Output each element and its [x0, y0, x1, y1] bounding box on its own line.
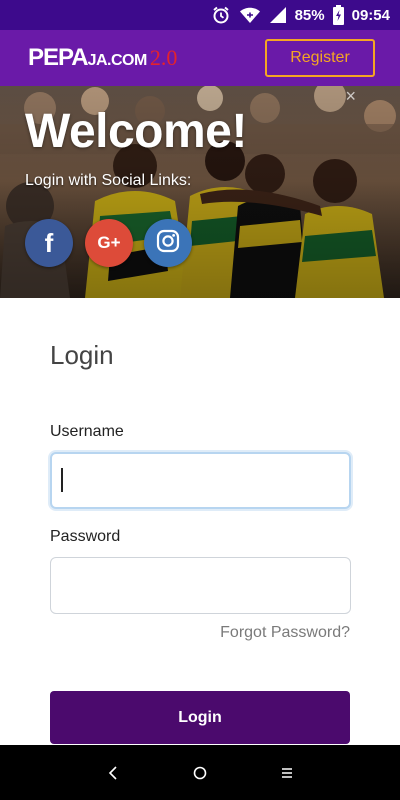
welcome-title: Welcome! [25, 105, 247, 158]
screen: 85% 09:54 PEPA JA.COM 2.0 Register × Wel… [0, 0, 400, 800]
site-logo[interactable]: PEPA JA.COM 2.0 [28, 44, 177, 72]
login-button[interactable]: Login [50, 691, 350, 744]
battery-percent: 85% [294, 6, 325, 24]
login-heading: Login [50, 340, 114, 370]
menu-icon [281, 767, 292, 778]
hero-banner: × Welcome! Login with Social Links: f G+ [0, 86, 400, 298]
clock: 09:54 [351, 6, 390, 24]
username-input[interactable] [50, 452, 351, 509]
password-label: Password [50, 528, 121, 545]
alarm-icon [211, 5, 231, 25]
social-login-label: Login with Social Links: [25, 172, 192, 189]
home-button[interactable] [180, 753, 220, 793]
menu-button[interactable] [267, 753, 307, 793]
facebook-login-button[interactable]: f [25, 219, 73, 267]
register-button[interactable]: Register [265, 39, 375, 77]
logo-text-domain: JA.COM [87, 52, 148, 69]
username-label: Username [50, 423, 124, 440]
navigation-bar [0, 745, 400, 800]
battery-charging-icon [332, 5, 344, 25]
back-button[interactable] [93, 753, 133, 793]
google-plus-login-button[interactable]: G+ [85, 219, 133, 267]
status-bar: 85% 09:54 [0, 0, 400, 30]
logo-text-main: PEPA [28, 44, 89, 71]
signal-icon [269, 6, 287, 24]
facebook-icon: f [44, 227, 54, 258]
app-header: PEPA JA.COM 2.0 Register [0, 30, 400, 86]
back-icon [109, 765, 117, 780]
password-input[interactable] [50, 557, 351, 614]
google-plus-icon: G+ [97, 233, 121, 252]
forgot-password-link[interactable]: Forgot Password? [220, 624, 350, 642]
instagram-login-button[interactable] [144, 219, 192, 267]
wifi-icon [239, 6, 261, 24]
home-icon [193, 766, 207, 779]
logo-version: 2.0 [149, 45, 178, 70]
instagram-icon [156, 229, 180, 258]
text-cursor [61, 468, 63, 492]
close-icon[interactable]: × [345, 86, 356, 106]
